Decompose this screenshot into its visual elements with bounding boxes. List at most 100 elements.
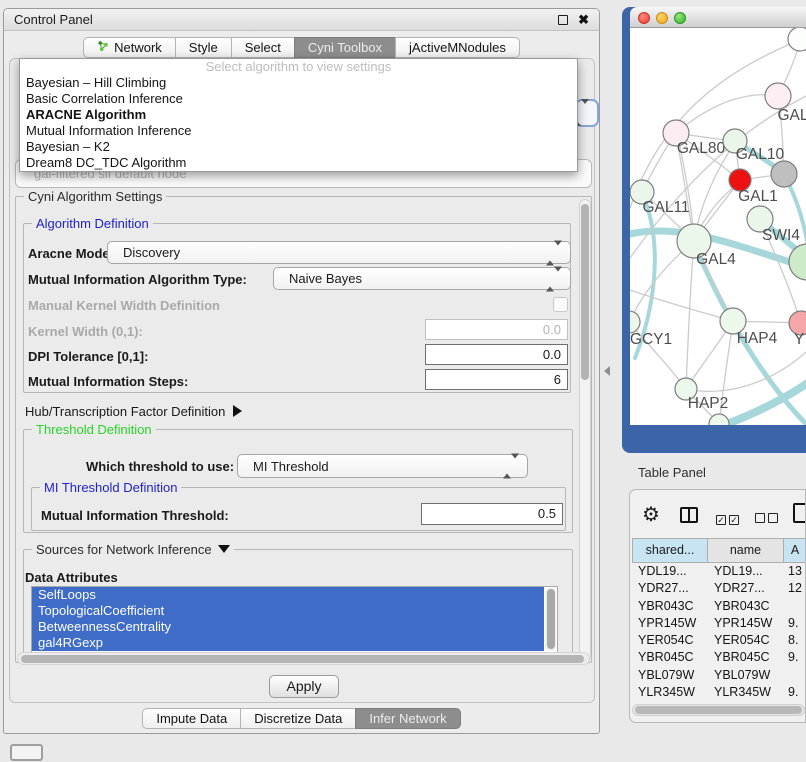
minimized-panel-icon[interactable]	[10, 744, 43, 761]
collapse-arrow-icon[interactable]	[218, 545, 230, 553]
table-cell: YER054C	[714, 633, 770, 647]
popup-item-dream8-dc-tdc-algorithm[interactable]: Dream8 DC_TDC Algorithm	[20, 155, 577, 171]
tab-select[interactable]: Select	[231, 37, 295, 58]
table-row[interactable]: YDR27...YDR27...12	[632, 580, 806, 597]
deselect-all-columns-icon[interactable]	[755, 510, 781, 528]
node-label-y: Y	[794, 331, 804, 348]
sources-title: Sources for Network Inference	[36, 542, 212, 557]
new-table-icon[interactable]	[793, 503, 806, 523]
column-header-shared[interactable]: shared...	[632, 538, 708, 563]
float-icon[interactable]	[558, 15, 568, 25]
tab-network[interactable]: Network	[83, 37, 176, 58]
network-node[interactable]	[788, 28, 806, 51]
scrollbar-thumb[interactable]	[635, 706, 802, 714]
which-threshold-combo[interactable]: MI Threshold	[237, 454, 528, 478]
minimize-traffic-light-icon[interactable]	[656, 12, 668, 24]
checked-box-icon: ✓	[729, 515, 739, 525]
table-row[interactable]: YLR345WYLR345W9.	[632, 684, 806, 701]
scrollbar-thumb[interactable]	[21, 655, 584, 663]
network-node[interactable]	[771, 161, 797, 187]
inference-algorithm-combo-fragment[interactable]	[575, 99, 599, 127]
column-header-name[interactable]: name	[708, 538, 784, 563]
table-cell: 8.	[788, 633, 798, 647]
hub-section-row[interactable]: Hub/Transcription Factor Definition	[25, 404, 242, 419]
scrollbar-thumb[interactable]	[581, 204, 589, 380]
gear-icon[interactable]: ⚙	[642, 502, 660, 527]
tab-jactivemnodules[interactable]: jActiveMNodules	[395, 37, 520, 58]
tab-label: jActiveMNodules	[409, 38, 506, 57]
attribute-item-selfloops[interactable]: SelfLoops	[32, 587, 544, 603]
table-panel-title: Table Panel	[638, 465, 706, 480]
network-canvas[interactable]: GALGAL80GAL10GAL1SWI4GAL11GAL4GCY1HAP4YH…	[630, 28, 806, 425]
tab-infer-network[interactable]: Infer Network	[355, 708, 460, 729]
columns-icon[interactable]	[680, 507, 698, 523]
table-row[interactable]: YDL19...YDL19...13	[632, 563, 806, 580]
popup-item-bayesian-k2[interactable]: Bayesian – K2	[20, 139, 577, 155]
popup-item-bayesian-hill-climbing[interactable]: Bayesian – Hill Climbing	[20, 75, 577, 91]
mi-threshold-field[interactable]: 0.5	[421, 503, 563, 525]
table-cell: 9.	[788, 685, 798, 699]
table-cell: 9.	[788, 650, 798, 664]
dpi-tolerance-field[interactable]: 0.0	[425, 344, 568, 365]
group-title: MI Threshold Definition	[40, 480, 181, 495]
table-horizontal-scrollbar[interactable]	[632, 704, 805, 716]
settings-scrollbar[interactable]	[579, 199, 591, 660]
tab-label: Infer Network	[369, 709, 446, 728]
stepper-icon	[546, 245, 562, 260]
table-cell: 12	[788, 581, 802, 595]
mi-steps-field[interactable]: 6	[425, 369, 568, 390]
group-title: Algorithm Definition	[32, 216, 153, 231]
table-row[interactable]: YER054CYER054C8.	[632, 632, 806, 649]
popup-item-mutual-information-inference[interactable]: Mutual Information Inference	[20, 123, 577, 139]
split-pane-collapse-icon[interactable]	[604, 366, 610, 376]
attribute-item-gal4rgexp[interactable]: gal4RGexp	[32, 635, 544, 651]
table-row[interactable]: YBR045CYBR045C9.	[632, 649, 806, 666]
table-cell: YPR145W	[638, 616, 696, 630]
expand-arrow-icon[interactable]	[233, 405, 242, 417]
algorithm-popup-list: Select algorithm to view settingsBayesia…	[19, 58, 578, 172]
tab-label: Network	[114, 38, 162, 57]
settings-horizontal-scrollbar[interactable]	[17, 652, 590, 665]
node-label-gcy1: GCY1	[630, 331, 672, 348]
list-scrollbar[interactable]	[545, 588, 556, 651]
data-attributes-list[interactable]: SelfLoopsTopologicalCoefficientBetweenne…	[31, 586, 558, 653]
table-row[interactable]: YPR145WYPR145W9.	[632, 615, 806, 632]
select-all-columns-icon[interactable]: ✓✓	[716, 510, 742, 528]
attribute-item-betweennesscentrality[interactable]: BetweennessCentrality	[32, 619, 544, 635]
tab-impute-data[interactable]: Impute Data	[142, 708, 241, 729]
tab-cyni-toolbox[interactable]: Cyni Toolbox	[294, 37, 396, 58]
network-node[interactable]	[789, 244, 806, 280]
combo-value: Naive Bayes	[289, 271, 362, 286]
popup-item-basic-correlation-inference[interactable]: Basic Correlation Inference	[20, 91, 577, 107]
table-cell: YDR27...	[638, 581, 689, 595]
stepper-icon	[503, 459, 519, 474]
hub-section-label: Hub/Transcription Factor Definition	[25, 404, 225, 419]
network-node-gal[interactable]	[765, 83, 791, 109]
close-traffic-light-icon[interactable]	[638, 12, 650, 24]
node-label-gal1: GAL1	[738, 188, 778, 205]
kernel-width-field[interactable]: 0.0	[425, 319, 568, 340]
node-label-gal: GAL	[777, 107, 806, 124]
table-cell: YPR145W	[714, 616, 772, 630]
attribute-item-topologicalcoefficient[interactable]: TopologicalCoefficient	[32, 603, 544, 619]
tab-discretize-data[interactable]: Discretize Data	[240, 708, 356, 729]
sources-title-row[interactable]: Sources for Network Inference	[32, 542, 234, 557]
table-cell: YBR045C	[638, 650, 694, 664]
column-header-a[interactable]: A	[784, 538, 806, 563]
tab-style[interactable]: Style	[175, 37, 232, 58]
network-node-gcy1[interactable]	[630, 311, 640, 333]
mi-type-combo[interactable]: Naive Bayes	[273, 267, 571, 290]
aracne-mode-combo[interactable]: Discovery	[107, 241, 571, 264]
manual-kernel-checkbox[interactable]	[553, 297, 568, 312]
table-cell: YBR043C	[714, 599, 770, 613]
table-row[interactable]: YBL079WYBL079W	[632, 667, 806, 684]
table-cell: 13	[788, 564, 802, 578]
combo-value: Discovery	[123, 245, 180, 260]
popup-item-aracne-algorithm[interactable]: ARACNE Algorithm	[20, 107, 577, 123]
close-icon[interactable]: ✖	[578, 15, 589, 25]
apply-button[interactable]: Apply	[269, 675, 339, 698]
table-cell: YBR043C	[638, 599, 694, 613]
scrollbar-thumb[interactable]	[547, 589, 555, 649]
table-row[interactable]: YBR043C YBR043C	[632, 598, 806, 615]
zoom-traffic-light-icon[interactable]	[674, 12, 686, 24]
